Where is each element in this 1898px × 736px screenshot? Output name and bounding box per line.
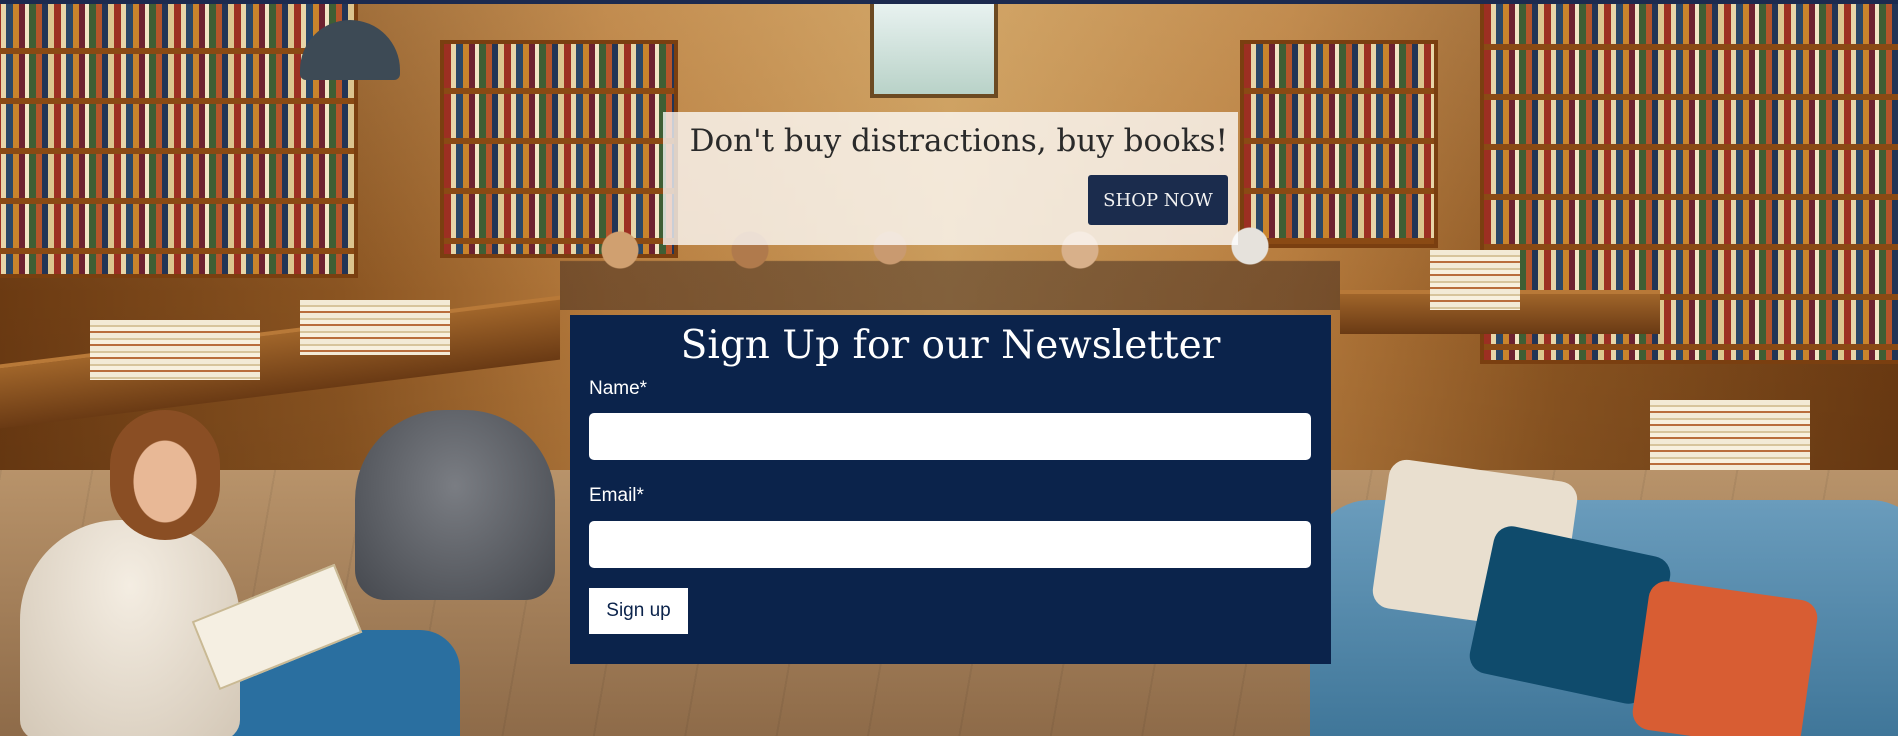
- email-input[interactable]: [589, 521, 1311, 568]
- shop-now-button[interactable]: SHOP NOW: [1088, 175, 1228, 225]
- name-label: Name*: [589, 378, 648, 399]
- bookshelf-center-right: [1240, 40, 1438, 248]
- window: [870, 0, 998, 98]
- hero-banner: Don't buy distractions, buy books! SHOP …: [663, 112, 1238, 245]
- sign-up-button[interactable]: Sign up: [589, 588, 688, 634]
- email-label: Email*: [589, 485, 644, 506]
- book-pile: [1650, 400, 1810, 470]
- newsletter-title: Sign Up for our Newsletter: [680, 323, 1221, 368]
- reader-head: [110, 410, 220, 540]
- top-navigation-bar-edge: [0, 0, 1898, 4]
- book-pile: [1430, 250, 1520, 310]
- book-pile: [300, 300, 450, 355]
- bookshelf-left: [0, 0, 358, 278]
- newsletter-signup-form: Sign Up for our Newsletter Name* Email* …: [570, 315, 1331, 664]
- cushion-orange: [1630, 578, 1820, 736]
- hero-title: Don't buy distractions, buy books!: [689, 123, 1228, 159]
- name-input[interactable]: [589, 413, 1311, 460]
- book-pile: [90, 320, 260, 380]
- armchair: [355, 410, 555, 600]
- book-table-left: [0, 295, 560, 429]
